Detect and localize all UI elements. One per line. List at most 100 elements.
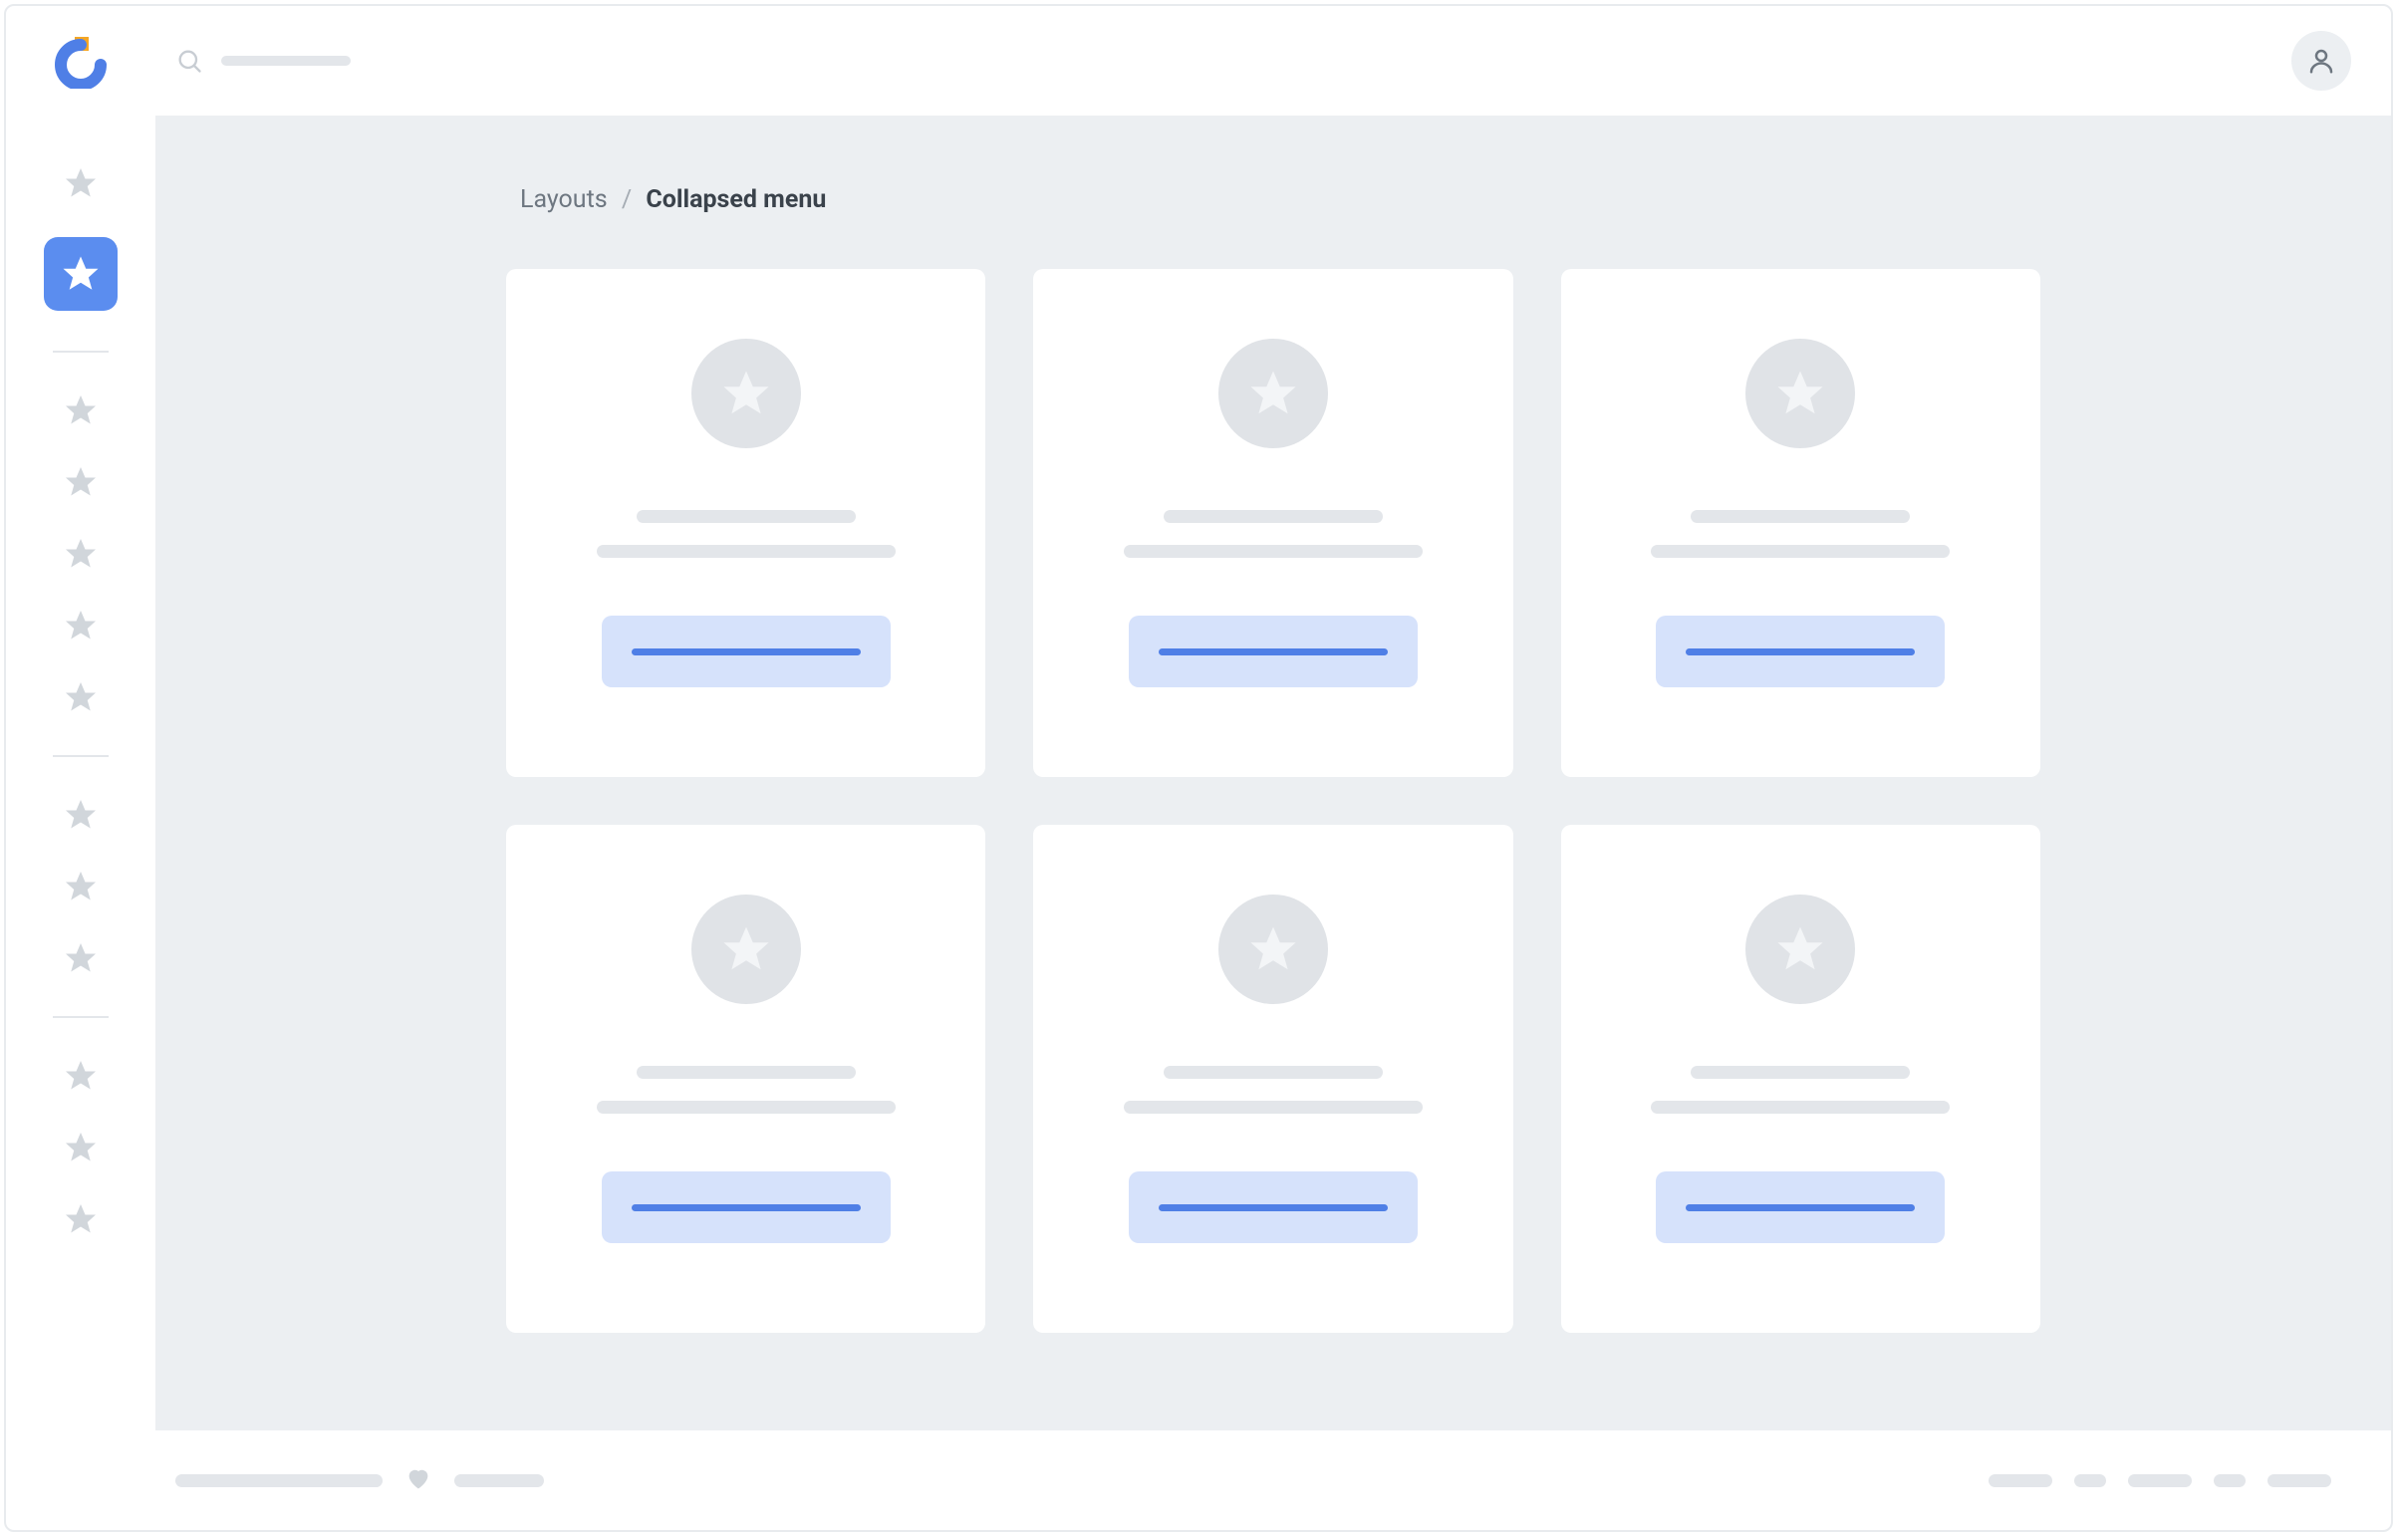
sidebar-item[interactable] (6, 797, 155, 833)
breadcrumb: Layouts / Collapsed menu (506, 185, 2040, 214)
card-icon-circle (691, 895, 801, 1004)
card-title-placeholder (1691, 1066, 1910, 1079)
button-label-placeholder (1159, 648, 1388, 655)
star-icon (63, 1058, 99, 1094)
footer-link-placeholder[interactable] (2267, 1474, 2331, 1487)
card-title-placeholder (1691, 510, 1910, 523)
card (1561, 825, 2040, 1333)
button-label-placeholder (1686, 648, 1915, 655)
sidebar-item[interactable] (6, 1130, 155, 1165)
footer-right (1989, 1474, 2331, 1487)
card-grid (506, 269, 2040, 1333)
sidebar-item[interactable] (6, 464, 155, 500)
sidebar-group (6, 1058, 155, 1277)
footer (6, 1430, 2391, 1530)
sidebar-item[interactable] (6, 940, 155, 976)
footer-text-placeholder (454, 1474, 544, 1487)
card-primary-button[interactable] (1656, 616, 1945, 687)
sidebar-item[interactable] (6, 392, 155, 428)
card-primary-button[interactable] (1129, 616, 1418, 687)
footer-link-placeholder[interactable] (2214, 1474, 2246, 1487)
card-primary-button[interactable] (1656, 1171, 1945, 1243)
card-subtitle-placeholder (597, 545, 896, 558)
star-icon (63, 608, 99, 643)
star-icon (63, 536, 99, 572)
footer-text-placeholder (175, 1474, 383, 1487)
search-area[interactable] (175, 47, 351, 75)
star-icon (1773, 367, 1827, 420)
card (1033, 825, 1512, 1333)
star-icon (1246, 367, 1300, 420)
user-icon (2306, 46, 2336, 76)
button-label-placeholder (1159, 1204, 1388, 1211)
breadcrumb-current: Collapsed menu (646, 185, 826, 214)
heart-icon (404, 1464, 432, 1496)
card-primary-button[interactable] (602, 1171, 891, 1243)
card-icon-circle (1745, 339, 1855, 448)
brand-logo[interactable] (46, 33, 116, 89)
star-icon (1773, 922, 1827, 976)
footer-left (175, 1464, 544, 1496)
topbar (6, 6, 2391, 116)
card-title-placeholder (637, 510, 856, 523)
card (506, 825, 985, 1333)
breadcrumb-parent[interactable]: Layouts (520, 185, 608, 214)
star-icon (63, 1201, 99, 1237)
breadcrumb-separator: / (614, 185, 640, 214)
sidebar-group (6, 797, 155, 1016)
card-subtitle-placeholder (1124, 1101, 1423, 1114)
star-icon (63, 165, 99, 201)
card-icon-circle (1745, 895, 1855, 1004)
sidebar-item-active[interactable] (44, 237, 118, 311)
footer-link-placeholder[interactable] (1989, 1474, 2052, 1487)
card-icon-circle (691, 339, 801, 448)
content-panel: Layouts / Collapsed menu (155, 116, 2391, 1430)
sidebar-collapsed (6, 116, 155, 1430)
card (1561, 269, 2040, 777)
star-icon (63, 797, 99, 833)
footer-link-placeholder[interactable] (2128, 1474, 2192, 1487)
star-icon (63, 464, 99, 500)
star-icon (63, 1130, 99, 1165)
card-title-placeholder (1164, 510, 1383, 523)
card-primary-button[interactable] (602, 616, 891, 687)
sidebar-item[interactable] (6, 1201, 155, 1237)
star-icon (63, 679, 99, 715)
sidebar-item[interactable] (6, 869, 155, 904)
app-frame: Layouts / Collapsed menu (4, 4, 2393, 1532)
star-icon (1246, 922, 1300, 976)
sidebar-item[interactable] (6, 679, 155, 715)
sidebar-item[interactable] (6, 1058, 155, 1094)
sidebar-group (6, 392, 155, 755)
card-title-placeholder (637, 1066, 856, 1079)
card-subtitle-placeholder (1651, 1101, 1950, 1114)
card-subtitle-placeholder (1124, 545, 1423, 558)
star-icon (719, 367, 773, 420)
search-placeholder (221, 56, 351, 66)
sidebar-divider (53, 755, 109, 757)
star-icon (60, 253, 102, 295)
sidebar-item[interactable] (6, 165, 155, 201)
sidebar-divider (53, 1016, 109, 1018)
logo-icon (53, 33, 109, 89)
star-icon (63, 392, 99, 428)
button-label-placeholder (632, 648, 861, 655)
sidebar-item[interactable] (6, 608, 155, 643)
body: Layouts / Collapsed menu (6, 116, 2391, 1430)
star-icon (63, 869, 99, 904)
sidebar-item[interactable] (6, 536, 155, 572)
search-icon (175, 47, 203, 75)
card-icon-circle (1218, 895, 1328, 1004)
card (1033, 269, 1512, 777)
star-icon (63, 940, 99, 976)
sidebar-group (6, 165, 155, 351)
star-icon (719, 922, 773, 976)
card-subtitle-placeholder (597, 1101, 896, 1114)
button-label-placeholder (1686, 1204, 1915, 1211)
sidebar-divider (53, 351, 109, 353)
footer-link-placeholder[interactable] (2074, 1474, 2106, 1487)
card-primary-button[interactable] (1129, 1171, 1418, 1243)
button-label-placeholder (632, 1204, 861, 1211)
card-icon-circle (1218, 339, 1328, 448)
user-avatar[interactable] (2291, 31, 2351, 91)
